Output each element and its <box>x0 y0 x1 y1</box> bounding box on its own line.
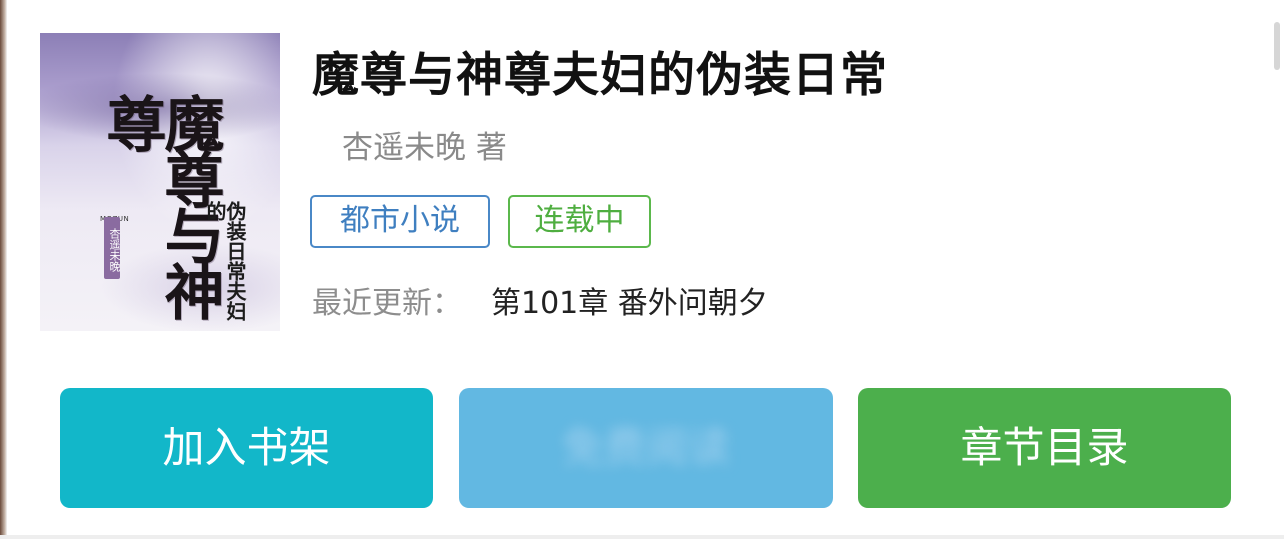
read-button[interactable]: 免费阅读 <box>459 388 833 508</box>
bottom-divider <box>0 535 1284 539</box>
book-cover-image[interactable]: 魔尊与神尊 MOZUN 杏遥未晚 伪装日常夫妇的 <box>40 33 280 331</box>
status-tag: 连载中 <box>508 195 651 248</box>
latest-update-label: 最近更新： <box>312 286 462 321</box>
read-button-label: 免费阅读 <box>561 423 730 472</box>
table-of-contents-button[interactable]: 章节目录 <box>858 388 1231 508</box>
genre-tag[interactable]: 都市小说 <box>310 195 490 248</box>
window-edge <box>0 0 7 539</box>
add-to-shelf-button[interactable]: 加入书架 <box>60 388 433 508</box>
book-author[interactable]: 杏遥未晚 著 <box>342 122 507 167</box>
book-detail-card: 魔尊与神尊 MOZUN 杏遥未晚 伪装日常夫妇的 魔尊与神尊夫妇的伪装日常 杏遥… <box>0 0 1284 539</box>
book-title: 魔尊与神尊夫妇的伪装日常 <box>312 48 888 103</box>
scrollbar-thumb[interactable] <box>1274 22 1280 70</box>
cover-subtitle: 伪装日常夫妇的 <box>203 201 247 321</box>
cover-author-seal: 杏遥未晚 <box>104 217 121 279</box>
latest-chapter-link[interactable]: 第101章 番外问朝夕 <box>491 278 768 322</box>
cover-title-calligraphy: 魔尊与神尊 <box>96 93 224 317</box>
